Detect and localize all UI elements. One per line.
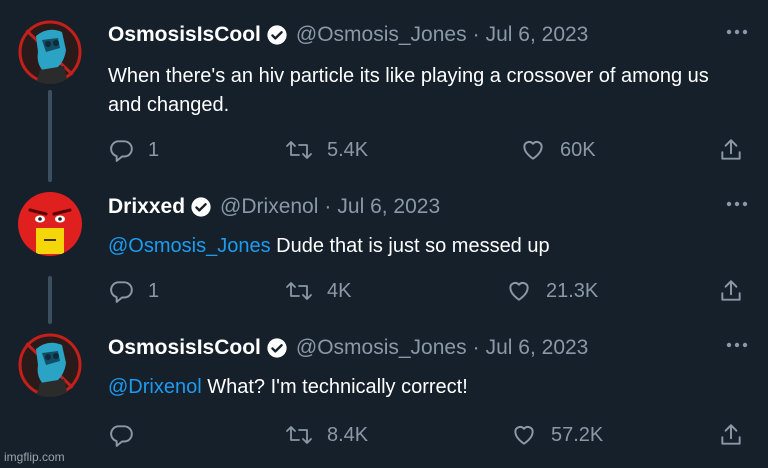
tweet-header: OsmosisIsCool @Osmosis_Jones · Jul 6, 20… xyxy=(108,20,588,50)
tweet-actions: 1 4K 21.3K xyxy=(0,278,768,308)
like-icon xyxy=(511,422,537,448)
tweet-body: Dude that is just so messed up xyxy=(270,235,550,257)
handle[interactable]: @Osmosis_Jones xyxy=(296,336,467,360)
retweet-button[interactable]: 5.4K xyxy=(285,137,368,163)
reply-count: 1 xyxy=(148,138,160,161)
reply-icon xyxy=(108,422,134,448)
verified-badge-icon xyxy=(266,24,288,46)
separator: · xyxy=(324,195,332,218)
tweet-header: OsmosisIsCool @Osmosis_Jones · Jul 6, 20… xyxy=(108,333,588,363)
retweet-button[interactable]: 4K xyxy=(285,278,351,304)
verified-badge-icon xyxy=(190,196,212,218)
mention-link[interactable]: @Drixenol xyxy=(108,376,202,398)
tweet-text: @Osmosis_Jones Dude that is just so mess… xyxy=(108,232,728,261)
tweet-actions: 1 5.4K 60K xyxy=(0,137,768,167)
avatar[interactable] xyxy=(18,192,82,256)
tweet[interactable]: OsmosisIsCool @Osmosis_Jones · Jul 6, 20… xyxy=(0,333,768,463)
like-button[interactable]: 21.3K xyxy=(506,278,598,304)
more-options-icon[interactable] xyxy=(724,22,750,42)
tweet-text: @Drixenol What? I'm technically correct! xyxy=(108,373,728,402)
separator: · xyxy=(472,23,480,46)
more-options-icon[interactable] xyxy=(724,194,750,214)
imgflip-watermark: imgflip.com xyxy=(4,450,65,464)
like-button[interactable]: 57.2K xyxy=(511,422,603,448)
reply-button[interactable]: 1 xyxy=(108,137,159,163)
tweet-body: When there's an hiv particle its like pl… xyxy=(108,65,709,116)
tweet[interactable]: Drixxed @Drixenol · Jul 6, 2023 @Osmosis… xyxy=(0,192,768,322)
verified-badge-icon xyxy=(266,337,288,359)
avatar[interactable] xyxy=(18,333,82,397)
mention-link[interactable]: @Osmosis_Jones xyxy=(108,235,271,257)
like-icon xyxy=(520,137,546,163)
reply-button[interactable] xyxy=(108,422,148,448)
tweet-date[interactable]: Jul 6, 2023 xyxy=(337,195,440,219)
like-count: 60K xyxy=(560,138,596,161)
handle[interactable]: @Osmosis_Jones xyxy=(296,23,467,47)
tweet[interactable]: OsmosisIsCool @Osmosis_Jones · Jul 6, 20… xyxy=(0,20,768,180)
display-name[interactable]: OsmosisIsCool xyxy=(108,23,261,47)
share-icon xyxy=(718,278,744,304)
like-count: 57.2K xyxy=(551,423,604,446)
reply-icon xyxy=(108,137,134,163)
display-name[interactable]: OsmosisIsCool xyxy=(108,336,261,360)
retweet-icon xyxy=(285,422,313,448)
share-icon xyxy=(718,137,744,163)
reply-button[interactable]: 1 xyxy=(108,278,159,304)
retweet-count: 5.4K xyxy=(327,138,369,161)
separator: · xyxy=(472,336,480,359)
more-options-icon[interactable] xyxy=(724,335,750,355)
share-button[interactable] xyxy=(718,422,744,448)
retweet-button[interactable]: 8.4K xyxy=(285,422,368,448)
like-button[interactable]: 60K xyxy=(520,137,596,163)
share-icon xyxy=(718,422,744,448)
tweet-text: When there's an hiv particle its like pl… xyxy=(108,62,728,120)
retweet-count: 8.4K xyxy=(327,423,369,446)
tweet-date[interactable]: Jul 6, 2023 xyxy=(486,23,589,47)
share-button[interactable] xyxy=(718,137,744,163)
retweet-icon xyxy=(285,137,313,163)
like-icon xyxy=(506,278,532,304)
reply-count: 1 xyxy=(148,279,160,302)
display-name[interactable]: Drixxed xyxy=(108,195,185,219)
tweet-actions: 8.4K 57.2K xyxy=(0,422,768,452)
like-count: 21.3K xyxy=(546,279,599,302)
handle[interactable]: @Drixenol xyxy=(220,195,318,219)
reply-icon xyxy=(108,278,134,304)
tweet-body: What? I'm technically correct! xyxy=(201,376,468,398)
tweet-date[interactable]: Jul 6, 2023 xyxy=(486,336,589,360)
tweet-header: Drixxed @Drixenol · Jul 6, 2023 xyxy=(108,192,440,222)
share-button[interactable] xyxy=(718,278,744,304)
retweet-icon xyxy=(285,278,313,304)
avatar[interactable] xyxy=(18,20,82,84)
retweet-count: 4K xyxy=(327,279,352,302)
